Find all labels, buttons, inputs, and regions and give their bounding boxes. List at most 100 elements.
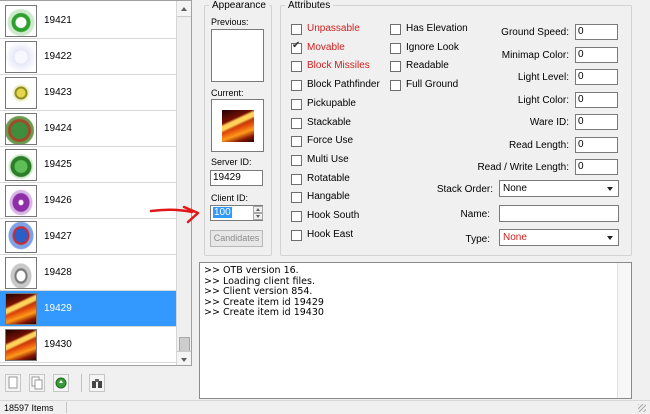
item-sprite [5,41,37,73]
item-sprite [5,257,37,289]
checkmark-icon: ✔ [292,39,301,51]
light-color-field[interactable]: 0 [575,91,618,108]
checkbox-stackable[interactable] [291,117,302,129]
item-sprite [5,77,37,109]
item-sprite [5,5,37,37]
item-sprite [5,329,37,361]
checkbox-label: Movable [307,41,345,53]
checkbox-label: Force Use [307,135,354,147]
type-select[interactable]: None [499,229,619,246]
item-id-label: 19422 [44,51,72,62]
client-id-label: Client ID: [211,193,249,203]
item-sprite [5,293,37,325]
checkbox-label: Rotatable [307,172,350,184]
checkbox-label: Hook East [307,228,354,240]
checkbox-label: Block Missiles [307,60,370,72]
output-log[interactable]: >> OTB version 16. >> Loading client file… [199,262,632,399]
stack-order-label: Stack Order: [436,184,493,195]
list-item[interactable]: 19430 [0,327,176,363]
attributes-legend: Attributes [288,0,331,11]
list-item[interactable]: 19425 [0,147,176,183]
checkbox-label: Block Pathfinder [307,79,380,91]
client-id-spin-down[interactable] [253,213,263,220]
list-item[interactable]: 19421 [0,3,176,39]
checkbox-pickupable[interactable] [291,98,302,110]
current-preview [211,99,264,152]
client-id-spin-up[interactable] [253,206,263,213]
light-level-field[interactable]: 0 [575,69,618,85]
checkbox-unpassable[interactable] [291,24,302,35]
scroll-down-button[interactable] [177,351,191,365]
previous-label: Previous: [211,17,249,27]
ground-speed-field[interactable]: 0 [575,24,618,40]
server-id-label: Server ID: [211,157,252,167]
find-button[interactable] [89,374,105,392]
dropdown-arrow-icon [607,236,613,240]
read-write-length-label: Read / Write Length: [477,162,569,173]
ground-speed-label: Ground Speed: [501,27,569,38]
item-count: 18597 Items [4,403,54,413]
server-id-field[interactable]: 19429 [210,170,263,186]
item-id-label: 19429 [44,303,72,314]
log-line: >> OTB version 16. [204,265,299,276]
resize-grip-icon[interactable] [638,404,646,412]
log-line: >> Create item id 19430 [204,307,324,318]
read-length-field[interactable]: 0 [575,136,618,153]
checkbox-label: Pickupable [307,97,356,109]
checkbox-movable[interactable]: ✔ [291,39,302,54]
log-scrollbar[interactable] [617,263,631,398]
candidates-button[interactable]: Candidates [210,230,263,247]
reload-button[interactable] [53,374,69,392]
item-sprite [5,185,37,217]
list-item[interactable]: 19424 [0,111,176,147]
stack-order-value: None [503,183,527,194]
type-value: None [503,232,527,243]
read-length-label: Read Length: [508,139,569,151]
ware-id-label: Ware ID: [529,117,569,128]
checkbox-hook-east[interactable] [291,229,302,241]
status-bar: 18597 Items [0,400,650,414]
checkbox-block-pathfinder[interactable] [291,80,302,92]
checkbox-has-elevation[interactable] [390,24,401,35]
item-id-label: 19427 [44,231,72,242]
checkbox-force-use[interactable] [291,136,302,148]
status-divider [66,402,67,413]
item-id-label: 19428 [44,267,72,278]
checkbox-hangable[interactable] [291,192,302,204]
spin-down-icon [256,215,260,218]
list-item[interactable]: 19429 [0,291,176,327]
checkbox-readable[interactable] [390,61,401,73]
copy-button[interactable] [29,374,45,392]
scroll-up-button[interactable] [177,1,191,17]
item-list[interactable]: 19421 19422 19423 19424 19425 19426 19427 19428… [0,0,192,366]
item-list-scrollbar[interactable] [176,1,191,365]
checkbox-ignore-look[interactable] [390,42,401,54]
toolbar-divider [81,374,82,392]
ware-id-field[interactable]: 0 [575,114,618,130]
checkbox-rotatable[interactable] [291,173,302,185]
chevron-down-icon [181,358,187,362]
item-sprite [5,221,37,253]
checkbox-hook-south[interactable] [291,211,302,222]
list-item[interactable]: 19428 [0,255,176,291]
item-sprite [5,149,37,181]
reload-icon [55,377,67,389]
list-item[interactable]: 19422 [0,39,176,75]
current-sprite [222,110,254,142]
item-sprite [5,113,37,145]
list-item[interactable]: 19423 [0,75,176,111]
minimap-color-field[interactable]: 0 [575,46,618,63]
spin-up-icon [256,208,260,211]
name-field[interactable] [499,205,619,222]
log-line: >> Client version 854. [204,286,313,297]
stack-order-select[interactable]: None [499,180,619,197]
read-write-length-field[interactable]: 0 [575,159,618,175]
previous-preview [211,29,264,82]
checkbox-block-missiles[interactable] [291,61,302,73]
minimap-color-label: Minimap Color: [501,49,569,61]
new-file-button[interactable] [5,374,21,392]
checkbox-multi-use[interactable] [291,154,302,166]
annotation-arrow-icon [149,205,200,224]
light-color-label: Light Color: [517,94,569,106]
checkbox-full-ground[interactable] [390,80,401,92]
